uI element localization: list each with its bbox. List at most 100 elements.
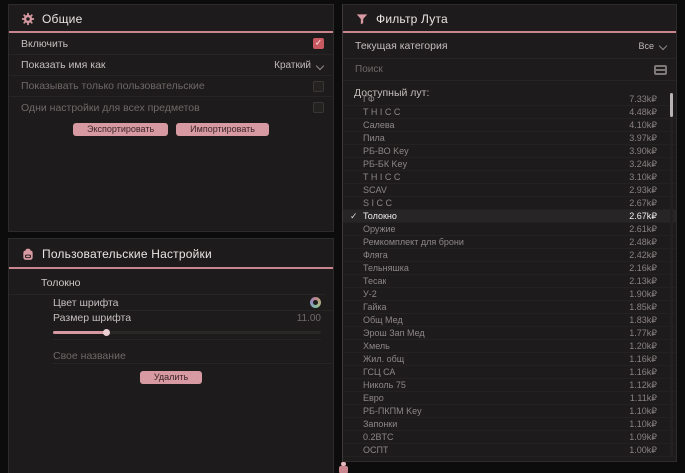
item-name: ОСПТ — [363, 445, 388, 455]
item-price: 1.83k₽ — [629, 315, 657, 326]
scrollbar-thumb[interactable] — [670, 93, 673, 117]
list-item[interactable]: S I C C2.67k₽ — [343, 197, 676, 210]
slider-handle[interactable] — [103, 329, 110, 336]
export-button[interactable]: Экспортировать — [73, 123, 168, 136]
list-item[interactable]: Евро1.11k₽ — [343, 392, 676, 405]
item-name: Запонки — [363, 419, 397, 429]
item-name: Гайка — [363, 302, 387, 312]
list-item[interactable]: Николь 751.12k₽ — [343, 379, 676, 392]
font-color-label: Цвет шрифта — [53, 297, 119, 309]
item-price: 1.10k₽ — [629, 406, 657, 417]
enable-checkbox[interactable]: ✓ — [313, 38, 324, 49]
item-price: 1.90k₽ — [629, 289, 657, 300]
item-name: РБ-ПКПМ Key — [363, 406, 422, 416]
list-item[interactable]: Жил. общ1.16k₽ — [343, 353, 676, 366]
item-name: Общ Мед — [363, 315, 403, 325]
item-price: 2.67k₽ — [629, 211, 657, 222]
item-price: 2.16k₽ — [629, 263, 657, 274]
list-item[interactable]: Эрош Зап Мед 1.77k₽ — [343, 327, 676, 340]
item-price: 2.48k₽ — [629, 237, 657, 248]
list-item[interactable]: Тельняшка 2.16k₽ — [343, 262, 676, 275]
list-item[interactable]: ✓ Толокно 2.67k₽ — [343, 210, 676, 223]
loot-list: ГФ7.33k₽T H I C C4.48k₽Салева4.10k₽Пила3… — [343, 93, 676, 457]
list-item[interactable]: Пила3.97k₽ — [343, 132, 676, 145]
list-item[interactable]: РБ-ПКПМ Key 1.10k₽ — [343, 405, 676, 418]
delete-row: Удалить — [9, 371, 333, 384]
list-item[interactable]: 0.2BTC 1.09k₽ — [343, 431, 676, 444]
list-item[interactable]: Фляга2.42k₽ — [343, 249, 676, 262]
check-icon: ✓ — [315, 39, 323, 48]
name-mode-label: Показать имя как — [21, 59, 106, 71]
font-size-row: Размер шрифта 11.00 — [53, 311, 333, 325]
item-price: 1.77k₽ — [629, 328, 657, 339]
same-settings-label: Одни настройки для всех предметов — [21, 102, 200, 114]
import-button[interactable]: Импортировать — [176, 123, 269, 136]
filter-panel-header: Фильтр Лута — [343, 5, 676, 31]
list-item[interactable]: Тесак2.13k₽ — [343, 275, 676, 288]
pixel-character-icon — [339, 462, 348, 473]
list-item[interactable]: ГСЦ СА1.16k₽ — [343, 366, 676, 379]
item-price: 1.20k₽ — [629, 341, 657, 352]
list-item[interactable]: Запонки1.10k₽ — [343, 418, 676, 431]
item-price: 1.16k₽ — [629, 367, 657, 378]
name-mode-value: Краткий — [274, 60, 311, 71]
list-item[interactable]: Ремкомплект для брони2.48k₽ — [343, 236, 676, 249]
item-name: SCAV — [363, 185, 387, 195]
list-item[interactable]: У-2 1.90k₽ — [343, 288, 676, 301]
same-settings-checkbox[interactable]: ✓ — [313, 102, 324, 113]
list-item[interactable]: Салева4.10k₽ — [343, 119, 676, 132]
funnel-icon — [355, 12, 369, 26]
name-mode-select[interactable]: Краткий — [274, 60, 324, 71]
item-name: S I C C — [363, 198, 392, 208]
item-price: 2.61k₽ — [629, 224, 657, 235]
item-name: У-2 — [363, 289, 377, 299]
loot-list-scrollbar[interactable] — [670, 93, 673, 457]
setting-row-same-settings: Одни настройки для всех предметов ✓ — [9, 97, 333, 118]
list-item[interactable]: ГФ7.33k₽ — [343, 93, 676, 106]
item-price: 3.97k₽ — [629, 133, 657, 144]
backpack-icon — [21, 247, 35, 261]
item-name: Толокно — [363, 211, 397, 221]
list-item[interactable]: Общ Мед 1.83k₽ — [343, 314, 676, 327]
category-row: Текущая категория Все — [343, 33, 676, 59]
custom-panel-header: Пользовательские Настройки — [9, 239, 333, 267]
list-item[interactable]: РБ-ВО Key 3.90k₽ — [343, 145, 676, 158]
item-name: Тельняшка — [363, 263, 409, 273]
font-size-value: 11.00 — [297, 313, 321, 324]
item-price: 2.93k₽ — [629, 185, 657, 196]
category-value: Все — [638, 41, 654, 51]
item-price: 4.48k₽ — [629, 107, 657, 118]
list-item[interactable]: Гайка1.85k₽ — [343, 301, 676, 314]
item-name: 0.2BTC — [363, 432, 394, 442]
font-size-slider[interactable] — [53, 325, 321, 340]
delete-button[interactable]: Удалить — [140, 371, 202, 384]
item-name: Николь 75 — [363, 380, 406, 390]
item-price: 4.10k₽ — [629, 120, 657, 131]
list-item[interactable]: ОСПТ 1.00k₽ — [343, 444, 676, 457]
item-name: Оружие — [363, 224, 396, 234]
item-name: РБ-ВО Key — [363, 146, 409, 156]
check-icon: ✓ — [350, 210, 358, 223]
list-item[interactable]: Хмель1.20k₽ — [343, 340, 676, 353]
item-price: 1.09k₽ — [629, 432, 657, 443]
item-price: 2.42k₽ — [629, 250, 657, 261]
item-name: Эрош Зап Мед — [363, 328, 425, 338]
item-price: 1.00k₽ — [629, 445, 657, 456]
item-price: 3.90k₽ — [629, 146, 657, 157]
only-custom-checkbox[interactable]: ✓ — [313, 81, 324, 92]
list-item[interactable]: Оружие 2.61k₽ — [343, 223, 676, 236]
setting-row-only-custom: Показывать только пользовательские ✓ — [9, 76, 333, 97]
list-item[interactable]: T H I C C4.48k₽ — [343, 106, 676, 119]
item-price: 3.24k₽ — [629, 159, 657, 170]
category-select[interactable]: Все — [638, 41, 667, 51]
list-item[interactable]: РБ-БК Key3.24k₽ — [343, 158, 676, 171]
general-panel-title: Общие — [42, 12, 82, 26]
color-wheel-icon[interactable] — [310, 297, 321, 308]
general-buttons-row: Экспортировать Импортировать — [9, 123, 333, 136]
chevron-down-icon — [317, 62, 324, 69]
list-item[interactable]: T H I C C3.10k₽ — [343, 171, 676, 184]
keyboard-icon[interactable] — [654, 65, 667, 75]
custom-name-input[interactable] — [53, 350, 321, 362]
search-input[interactable] — [355, 64, 654, 75]
list-item[interactable]: SCAV 2.93k₽ — [343, 184, 676, 197]
